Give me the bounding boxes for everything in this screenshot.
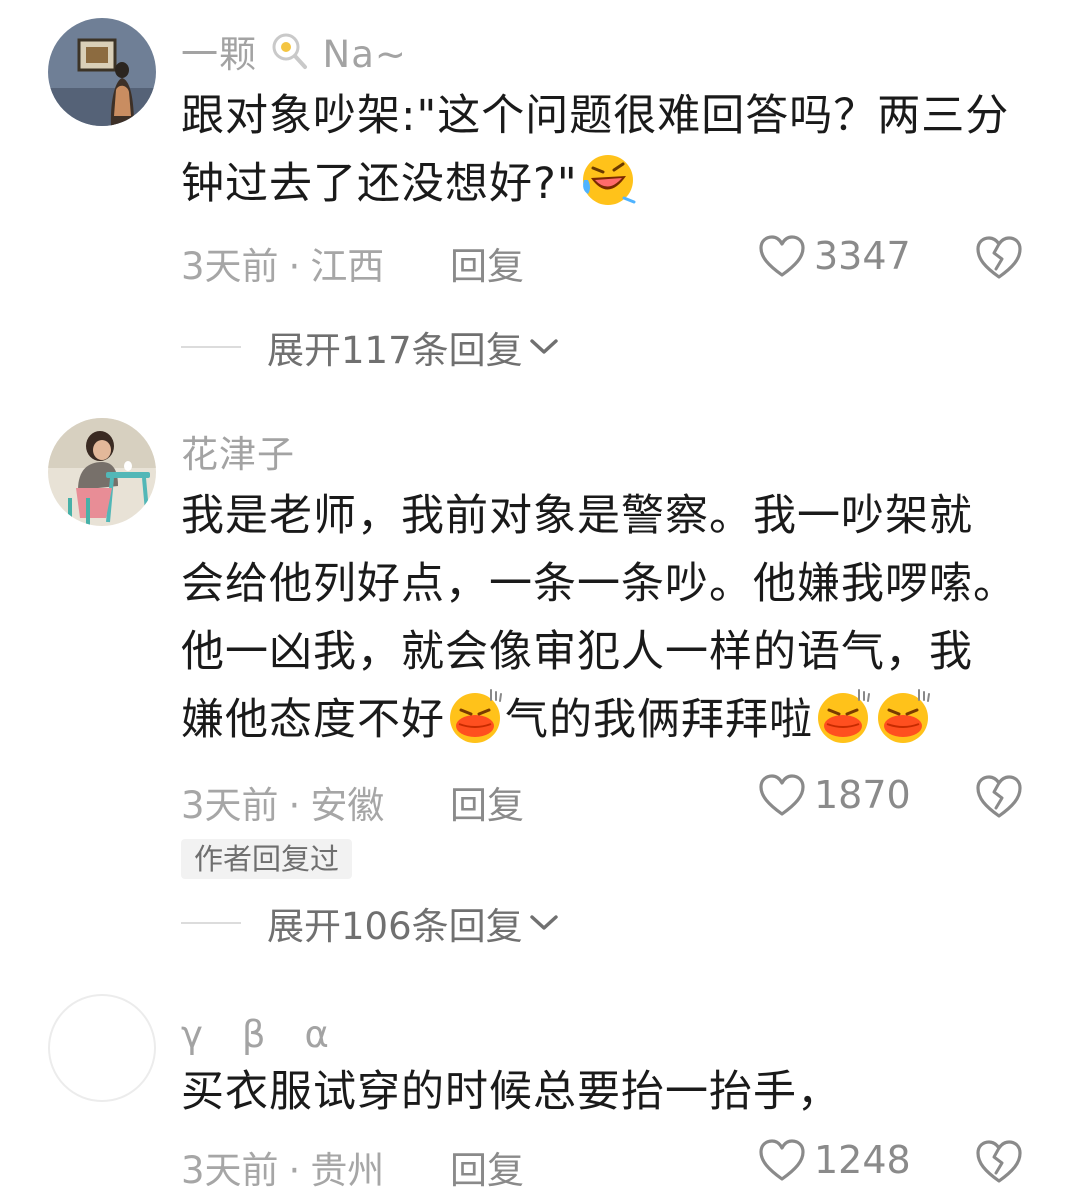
like-count: 1870 <box>814 773 911 817</box>
angry-emoji-icon <box>873 686 933 746</box>
reply-button[interactable]: 回复 <box>450 775 524 829</box>
heart-outline-icon <box>758 1138 806 1182</box>
reply-button[interactable]: 回复 <box>450 236 524 290</box>
comment-text: 跟对象吵架:"这个问题很难回答吗？两三分 钟过去了还没想好?" <box>181 91 1010 209</box>
chevron-down-icon <box>527 336 561 358</box>
like-button[interactable]: 3347 <box>758 234 911 278</box>
divider <box>181 922 241 924</box>
username[interactable]: γ β α <box>181 1004 330 1058</box>
author-replied-badge: 作者回复过 <box>181 839 353 879</box>
divider <box>181 346 241 348</box>
username[interactable]: 一颗 Na~ <box>181 24 407 78</box>
avatar[interactable] <box>48 418 156 526</box>
avatar[interactable] <box>48 18 156 126</box>
expand-replies-button[interactable]: 展开106条回复 <box>181 896 561 950</box>
like-count: 3347 <box>814 234 911 278</box>
comment-text: 我是老师，我前对象是警察。我一吵架就 会给他列好点，一条一条吵。他嫌我啰嗦。 他… <box>181 491 1017 746</box>
comment-item: 一颗 Na~ 跟对象吵架:"这个问题很难回答吗？两三分 钟过去了还没想好?" 3… <box>0 0 1080 390</box>
angry-emoji-icon <box>813 686 873 746</box>
like-button[interactable]: 1870 <box>758 773 911 817</box>
reply-button[interactable]: 回复 <box>450 1140 524 1194</box>
comment-meta: 3天前 · 江西 <box>181 245 385 288</box>
comment-text: 买衣服试穿的时候总要抬一抬手， <box>181 1067 841 1117</box>
rofl-emoji-icon <box>582 155 636 205</box>
expand-replies-button[interactable]: 展开117条回复 <box>181 320 561 374</box>
egg-magnifier-icon <box>272 33 307 69</box>
gallery-painting-avatar <box>48 18 156 126</box>
broken-heart-icon[interactable] <box>974 234 1024 280</box>
heart-outline-icon <box>758 773 806 817</box>
avatar[interactable] <box>48 994 156 1102</box>
broken-heart-icon[interactable] <box>974 1138 1024 1184</box>
heart-outline-icon <box>758 234 806 278</box>
like-button[interactable]: 1248 <box>758 1138 911 1182</box>
broken-heart-icon[interactable] <box>974 773 1024 819</box>
angry-emoji-icon <box>445 686 505 746</box>
comment-meta: 3天前 · 安徽 <box>181 784 385 827</box>
like-count: 1248 <box>814 1138 911 1182</box>
username[interactable]: 花津子 <box>181 424 295 478</box>
girl-at-table-avatar <box>48 418 156 526</box>
chevron-down-icon <box>527 912 561 934</box>
comment-meta: 3天前 · 贵州 <box>181 1149 385 1192</box>
